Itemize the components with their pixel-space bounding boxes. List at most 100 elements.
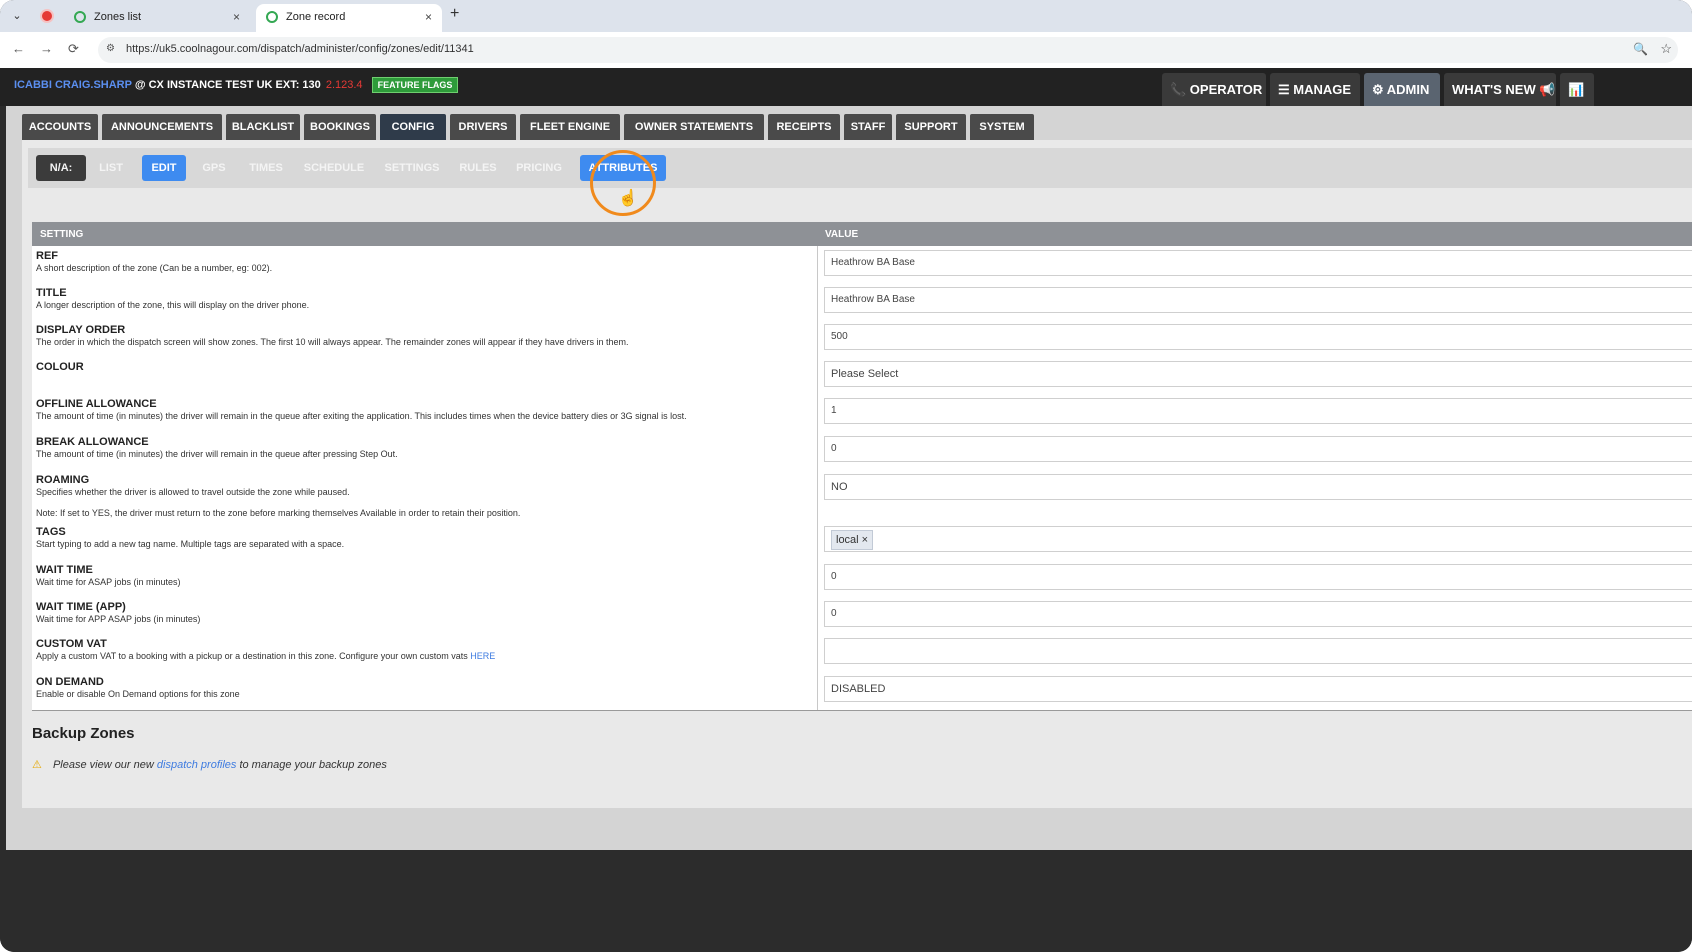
setting-name: ROAMING [36,474,90,486]
instance-label: @ CX INSTANCE TEST UK EXT: 130 [134,79,321,91]
column-divider [817,597,818,634]
address-bar-row: ← → ⟳ ⚙ https://uk5.coolnagour.com/dispa… [0,32,1692,69]
column-divider [817,283,818,320]
column-divider [817,246,818,283]
setting-name: BREAK ALLOWANCE [36,436,149,448]
manage-button[interactable]: ☰ MANAGE [1270,73,1360,106]
tab-config[interactable]: CONFIG [380,114,446,140]
tab-announcements[interactable]: ANNOUNCEMENTS [102,114,222,140]
table-row: WAIT TIME Wait time for ASAP jobs (in mi… [32,560,1692,598]
reload-icon[interactable]: ⟳ [68,41,79,57]
setting-description: Apply a custom VAT to a booking with a p… [36,651,495,661]
user-name[interactable]: ICABBI CRAIG.SHARP [14,79,132,91]
setting-description: Specifies whether the driver is allowed … [36,487,350,497]
column-divider [817,522,818,560]
column-divider [817,320,818,357]
subtab-times[interactable]: TIMES [242,155,290,181]
browser-tab-zones-list[interactable]: Zones list × [64,4,250,32]
tab-staff[interactable]: STAFF [844,114,892,140]
table-row: WAIT TIME (APP) Wait time for APP ASAP j… [32,597,1692,635]
tab-blacklist[interactable]: BLACKLIST [226,114,300,140]
custom-vat-description: Apply a custom VAT to a booking with a p… [36,651,468,661]
subtab-na[interactable]: N/A: [36,155,86,181]
tab-system[interactable]: SYSTEM [970,114,1034,140]
setting-name: OFFLINE ALLOWANCE [36,398,157,410]
tag-chip[interactable]: local × [831,530,874,550]
column-divider [817,560,818,597]
table-row: REF A short description of the zone (Can… [32,246,1692,284]
table-row: CUSTOM VAT Apply a custom VAT to a booki… [32,634,1692,673]
sub-tabs: N/A: LIST EDIT GPS TIMES SCHEDULE SETTIN… [28,148,1692,188]
offline-allowance-input[interactable]: 1 [824,398,1692,424]
address-bar[interactable]: ⚙ https://uk5.coolnagour.com/dispatch/ad… [98,37,1678,63]
tab-search-icon[interactable]: ⌄ [8,7,26,25]
custom-vat-here-link[interactable]: HERE [470,651,495,661]
subtab-edit[interactable]: EDIT [142,155,186,181]
setting-name: DISPLAY ORDER [36,324,126,336]
new-tab-icon[interactable]: + [450,5,459,23]
tags-input[interactable]: local × [824,526,1692,552]
tab-receipts[interactable]: RECEIPTS [768,114,840,140]
feature-flags-button[interactable]: FEATURE FLAGS [371,77,459,93]
subtab-list[interactable]: LIST [90,155,132,181]
setting-description: The order in which the dispatch screen w… [36,337,629,347]
setting-description: Wait time for APP ASAP jobs (in minutes) [36,614,201,624]
dispatch-profiles-link[interactable]: dispatch profiles [157,759,237,771]
backup-note-text: Please view our new [52,759,154,771]
custom-vat-select[interactable] [824,638,1692,664]
user-info: ICABBI CRAIG.SHARP @ CX INSTANCE TEST UK… [14,77,459,93]
subtab-schedule[interactable]: SCHEDULE [298,155,370,181]
tab-support[interactable]: SUPPORT [896,114,966,140]
stats-icon[interactable]: 📊 [1560,73,1594,106]
title-input[interactable]: Heathrow BA Base [824,287,1692,313]
table-header: SETTING VALUE [32,222,1692,246]
admin-button[interactable]: ⚙ ADMIN [1364,73,1440,106]
setting-description: Start typing to add a new tag name. Mult… [36,539,345,549]
table-row: ROAMING Specifies whether the driver is … [32,470,1692,523]
forward-icon[interactable]: → [40,41,53,56]
site-info-icon[interactable]: ⚙ [106,43,115,54]
backup-zones-note: ⚠ Please view our new dispatch profiles … [32,758,387,771]
operator-button[interactable]: 📞 OPERATOR [1162,73,1266,106]
build-number: 2.123.4 [325,79,363,91]
tab-fleet-engine[interactable]: FLEET ENGINE [520,114,620,140]
subtab-settings[interactable]: SETTINGS [378,155,446,181]
display-order-input[interactable]: 500 [824,324,1692,350]
roaming-select[interactable]: NO [824,474,1692,500]
wait-time-app-input[interactable]: 0 [824,601,1692,627]
close-tab-icon[interactable]: × [425,10,432,24]
on-demand-select[interactable]: DISABLED [824,676,1692,702]
break-allowance-input[interactable]: 0 [824,436,1692,462]
setting-name: COLOUR [36,361,84,373]
wait-time-input[interactable]: 0 [824,564,1692,590]
bookmark-star-icon[interactable]: ☆ [1660,41,1672,57]
recording-icon [42,11,52,21]
subtab-gps[interactable]: GPS [194,155,234,181]
zoom-icon[interactable]: 🔍 [1633,42,1648,56]
browser-tab-zone-record[interactable]: Zone record × [256,4,442,32]
ref-input[interactable]: Heathrow BA Base [824,250,1692,276]
backup-note-text-end: to manage your backup zones [239,759,387,771]
subtab-rules[interactable]: RULES [454,155,502,181]
table-row: OFFLINE ALLOWANCE The amount of time (in… [32,394,1692,433]
url-text[interactable]: https://uk5.coolnagour.com/dispatch/admi… [126,43,474,55]
column-divider [817,432,818,470]
subtab-pricing[interactable]: PRICING [510,155,568,181]
back-icon[interactable]: ← [12,41,25,56]
setting-description: The amount of time (in minutes) the driv… [36,449,398,459]
warning-icon: ⚠ [32,759,42,771]
close-tab-icon[interactable]: × [233,10,240,24]
backup-zones-heading: Backup Zones [32,725,135,742]
colour-select[interactable]: Please Select [824,361,1692,387]
tab-label: Zone record [286,11,346,23]
whats-new-button[interactable]: WHAT'S NEW 📢 [1444,73,1556,106]
table-row: TAGS Start typing to add a new tag name.… [32,522,1692,561]
setting-description: Wait time for ASAP jobs (in minutes) [36,577,181,587]
tab-accounts[interactable]: ACCOUNTS [22,114,98,140]
subtab-attributes[interactable]: ATTRIBUTES [580,155,666,181]
tab-owner-statements[interactable]: OWNER STATEMENTS [624,114,764,140]
tab-bookings[interactable]: BOOKINGS [304,114,376,140]
setting-name: ON DEMAND [36,676,104,688]
tab-drivers[interactable]: DRIVERS [450,114,516,140]
setting-description: A longer description of the zone, this w… [36,300,310,310]
